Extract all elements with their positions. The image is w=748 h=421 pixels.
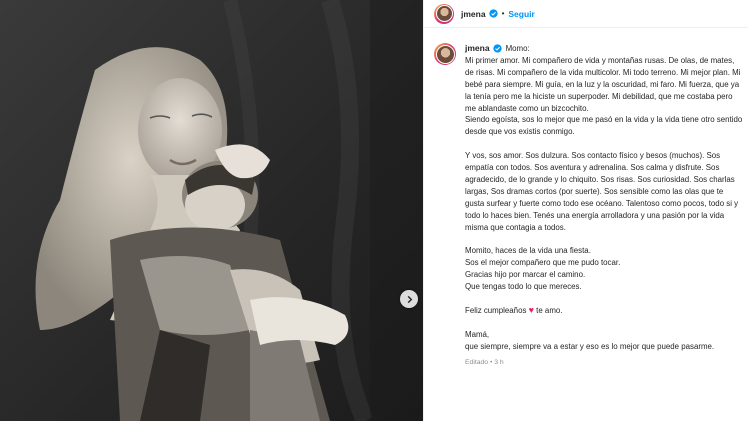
caption-line: Momito, haces de la vida una fiesta. [465, 246, 591, 256]
time-ago[interactable]: 3 h [494, 359, 503, 366]
caption-paragraph-2: Siendo egoísta, sos lo mejor que me pasó… [465, 115, 743, 137]
caption-line: Sos el mejor compañero que me pudo tocar… [465, 258, 621, 268]
header-separator: • [501, 9, 505, 18]
meta-separator: • [489, 358, 493, 366]
post-meta: Editado • 3 h [465, 357, 744, 369]
caption-salutation: Momo: [505, 44, 530, 53]
birthday-text: Feliz cumpleaños [465, 305, 527, 315]
post-header: jmena • Seguir [424, 0, 748, 28]
red-heart-emoji: ♥ [528, 304, 534, 315]
caption-paragraph-1: Mi primer amor. Mi compañero de vida y m… [465, 55, 741, 113]
caption-birthday-line: Feliz cumpleaños ♥ te amo. [465, 305, 744, 317]
post-sidebar: jmena • Seguir jmena Momo: Mi primer amo… [423, 0, 748, 421]
birthday-text-end: te amo. [536, 305, 563, 315]
edited-label: Editado [465, 358, 489, 366]
verified-badge-icon [488, 9, 498, 18]
carousel-next-button[interactable] [400, 290, 418, 308]
verified-badge-icon [492, 44, 502, 54]
avatar[interactable] [434, 3, 454, 24]
photo-illustration [0, 0, 423, 421]
header-username[interactable]: jmena [461, 9, 486, 19]
caption-closing: Mamá, [465, 329, 490, 339]
caption: jmena Momo: Mi primer amor. Mi compañero… [434, 43, 744, 368]
caption-username[interactable]: jmena [465, 43, 490, 55]
chevron-right-icon [407, 295, 412, 303]
caption-body: jmena Momo: Mi primer amor. Mi compañero… [465, 43, 744, 368]
caption-line: Gracias hijo por marcar el camino. [465, 270, 586, 280]
caption-closing: que siempre, siempre va a estar y eso es… [465, 341, 715, 351]
caption-paragraph-3: Y vos, sos amor. Sos dulzura. Sos contac… [465, 151, 739, 232]
follow-button[interactable]: Seguir [508, 9, 534, 19]
post-photo[interactable] [0, 0, 423, 421]
caption-line: Que tengas todo lo que mereces. [465, 282, 582, 292]
caption-avatar[interactable] [434, 43, 456, 65]
